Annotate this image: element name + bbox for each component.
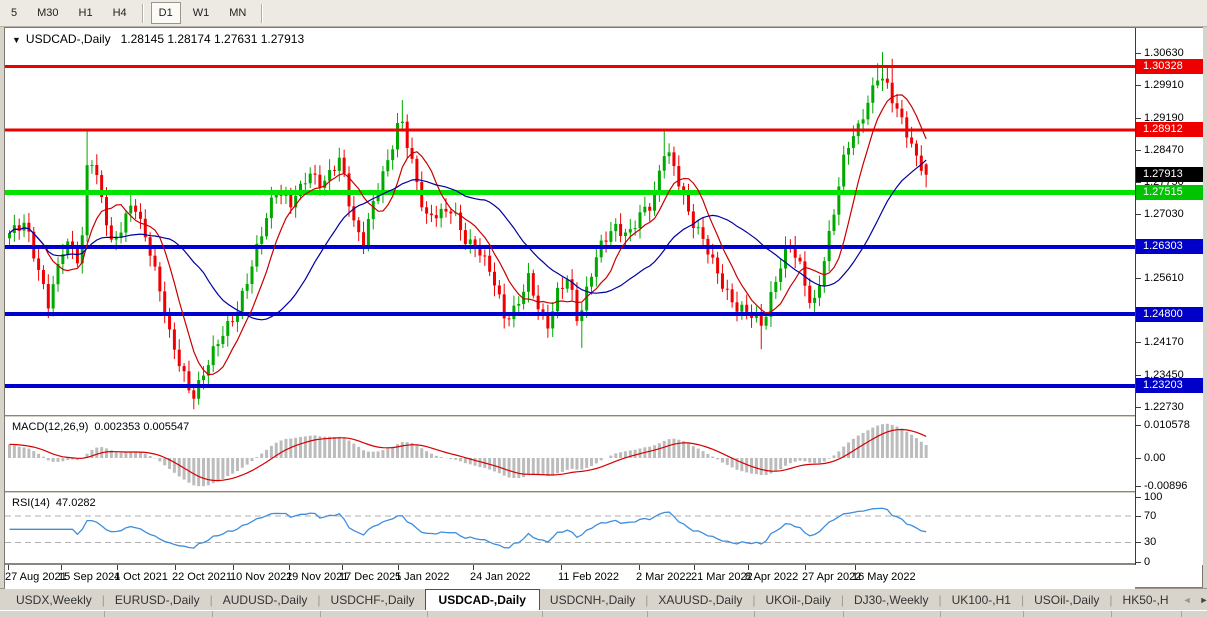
date-tick-label: 5 Jan 2022 [395, 565, 450, 583]
tab-scroll-right-icon[interactable]: ► [1195, 593, 1207, 607]
chart-tab-usdchf-daily[interactable]: USDCHF-,Daily [321, 589, 425, 610]
strip-divider [427, 611, 428, 617]
pane-divider [5, 563, 1202, 565]
chart-title: ▼ USDCAD-,Daily 1.28145 1.28174 1.27631 1.… [12, 32, 304, 46]
strip-divider [1181, 611, 1182, 617]
price-tick-label: 1.22730 [1136, 400, 1184, 413]
chart-tab-bar: USDX,Weekly | EURUSD-,Daily | AUDUSD-,Daily |… [0, 588, 1207, 610]
price-tick-label: 1.27030 [1136, 208, 1184, 221]
price-axis[interactable]: 1.306301.299101.291901.284701.277501.270… [1135, 28, 1203, 568]
date-tick-label: 2 Mar 2022 [636, 565, 692, 583]
price-level-badge: 1.23203 [1136, 378, 1203, 394]
macd-name: MACD(12,26,9) [12, 421, 89, 433]
chart-tab-audusd-daily[interactable]: AUDUSD-,Daily [213, 589, 318, 610]
timeframe-button-mn[interactable]: MN [221, 2, 254, 24]
date-tick-label: 15 Sep 2021 [58, 565, 121, 583]
chart-tab-usdcnh-daily[interactable]: USDCNH-,Daily [540, 589, 645, 610]
timeframe-button-5[interactable]: 5 [3, 2, 25, 24]
status-strip [0, 610, 1207, 617]
strip-divider [1023, 611, 1024, 617]
date-tick-label: 11 Feb 2022 [558, 565, 619, 583]
price-tick-label: 1.25610 [1136, 271, 1184, 284]
date-tick-label: 24 Jan 2022 [470, 565, 531, 583]
rsi-axis-label: 30 [1135, 536, 1157, 549]
strip-divider [320, 611, 321, 617]
date-tick-label: 4 Oct 2021 [114, 565, 168, 583]
rsi-name: RSI(14) [12, 497, 50, 509]
strip-divider [843, 611, 844, 617]
chart-tab-hk50-h[interactable]: HK50-,H [1113, 589, 1179, 610]
tab-scroll-left-icon[interactable]: ◄ [1179, 593, 1196, 607]
pane-divider[interactable] [5, 415, 1202, 418]
toolbar-separator [261, 3, 264, 23]
macd-indicator-label: MACD(12,26,9) 0.002353 0.005547 [12, 421, 189, 433]
price-level-badge: 1.26303 [1136, 239, 1203, 255]
price-tick-label: 1.29910 [1136, 79, 1184, 92]
rsi-axis-label: 0 [1135, 556, 1151, 568]
price-level-badge: 1.24800 [1136, 306, 1203, 322]
chart-tab-uk100-h1[interactable]: UK100-,H1 [942, 589, 1021, 610]
strip-divider [212, 611, 213, 617]
price-level-badge: 1.28912 [1136, 122, 1203, 138]
chart-symbol: USDCAD-,Daily [25, 32, 111, 46]
strip-divider [754, 611, 755, 617]
rsi-indicator-label: RSI(14) 47.0282 [12, 497, 96, 509]
chart-tab-xauusd-daily[interactable]: XAUUSD-,Daily [648, 589, 752, 610]
chart-tab-ukoil-daily[interactable]: UKOil-,Daily [756, 589, 841, 610]
strip-divider [104, 611, 105, 617]
price-tick-label: 1.24170 [1136, 336, 1184, 349]
strip-divider [940, 611, 941, 617]
macd-axis-label: 0.00 [1135, 452, 1166, 464]
date-tick-label: 16 May 2022 [852, 565, 916, 583]
chart-tab-dj30-weekly[interactable]: DJ30-,Weekly [844, 589, 938, 610]
timeframe-button-m30[interactable]: M30 [29, 2, 66, 24]
symbol-dropdown-icon[interactable]: ▼ [12, 35, 21, 45]
timeframe-toolbar: 5 M30 H1 H4 D1 W1 MN [0, 0, 1207, 27]
price-tick-label: 1.28470 [1136, 143, 1184, 156]
strip-divider [542, 611, 543, 617]
timeframe-button-h4[interactable]: H4 [105, 2, 135, 24]
toolbar-separator [141, 3, 144, 23]
date-tick-label: 8 Apr 2022 [745, 565, 799, 583]
chart-tab-eurusd-daily[interactable]: EURUSD-,Daily [105, 589, 210, 610]
price-level-badge: 1.27515 [1136, 185, 1203, 201]
chart-tab-usdx-weekly[interactable]: USDX,Weekly [6, 589, 102, 610]
macd-axis-label: 0.010578 [1136, 419, 1190, 432]
macd-values: 0.002353 0.005547 [94, 421, 190, 433]
chart-window: ▼ USDCAD-,Daily 1.28145 1.28174 1.27631 1.… [4, 27, 1203, 589]
strip-divider [1111, 611, 1112, 617]
rsi-axis-label: 100 [1135, 490, 1163, 503]
date-tick-label: 17 Dec 2021 [339, 565, 402, 583]
date-tick-label: 22 Oct 2021 [172, 565, 232, 583]
date-tick-label: 10 Nov 2021 [230, 565, 293, 583]
chart-tab-usdcad-daily[interactable]: USDCAD-,Daily [424, 589, 540, 610]
price-pane[interactable] [5, 28, 1135, 415]
date-tick-label: 21 Mar 2022 [691, 565, 753, 583]
chart-tab-usoil-daily[interactable]: USOil-,Daily [1024, 589, 1109, 610]
price-level-badge: 1.27913 [1136, 167, 1203, 183]
pane-divider[interactable] [5, 491, 1202, 494]
tab-scroll-buttons: ◄ ► [1179, 589, 1207, 610]
date-axis[interactable]: 27 Aug 2021 15 Sep 2021 4 Oct 2021 22 Oct 2… [5, 565, 1135, 589]
timeframe-button-d1[interactable]: D1 [150, 2, 181, 24]
price-level-badge: 1.30328 [1136, 59, 1203, 75]
price-tick-label: 1.30630 [1136, 47, 1184, 59]
rsi-pane[interactable] [5, 494, 1135, 563]
rsi-values: 47.0282 [55, 497, 96, 509]
strip-divider [647, 611, 648, 617]
rsi-axis-label: 70 [1135, 510, 1157, 523]
chart-ohlc: 1.28145 1.28174 1.27631 1.27913 [120, 32, 305, 46]
timeframe-button-h1[interactable]: H1 [71, 2, 101, 24]
timeframe-button-w1[interactable]: W1 [185, 2, 218, 24]
